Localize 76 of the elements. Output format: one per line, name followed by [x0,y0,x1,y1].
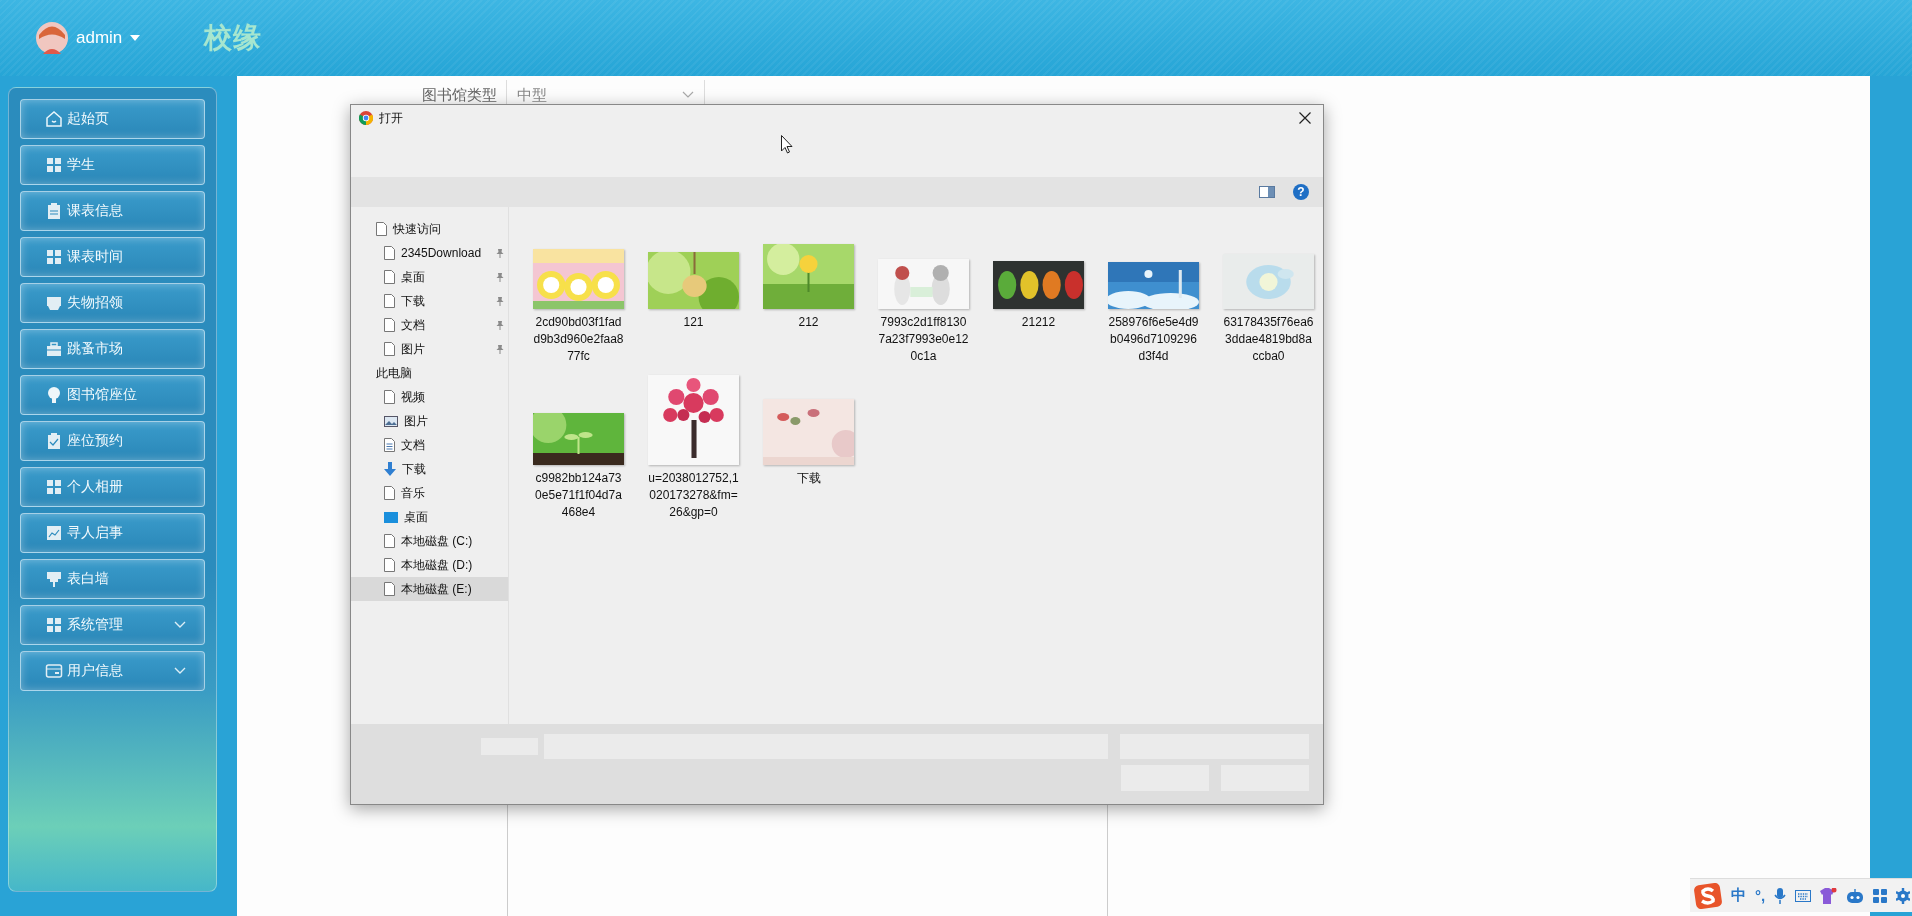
file-icon [384,318,395,332]
home-icon [45,110,63,128]
nav-item[interactable]: 音乐 [351,481,508,505]
paint-roller-icon [45,570,63,588]
file-icon [384,534,395,548]
browser-icon [359,111,373,125]
nav-item[interactable]: 桌面 [351,505,508,529]
file-icon [384,270,395,284]
nav-item[interactable]: 图片 [351,409,508,433]
nav-item[interactable]: 文档 [351,433,508,457]
caret-icon[interactable] [130,35,141,41]
help-button[interactable]: ? [1293,184,1309,200]
mouse-pointer-icon [781,135,793,154]
site-title: 校缘 [204,21,263,55]
sidebar-item[interactable]: 表白墙 [20,559,205,599]
nav-item[interactable]: 此电脑 [351,361,508,385]
image-icon [384,415,398,427]
grid-icon [45,156,63,174]
nav-item[interactable]: 下载 [351,289,508,313]
file-icon [384,246,395,260]
nav-item[interactable]: 桌面 [351,265,508,289]
file-item[interactable]: 212 [751,217,866,365]
file-icon [376,222,387,236]
nav-item[interactable]: 本地磁盘 (E:) [351,577,508,601]
dialog-title: 打开 [379,109,404,127]
grid-icon[interactable] [1873,888,1888,903]
grid-icon [45,248,63,266]
file-icon [384,486,395,500]
keyboard-icon[interactable] [1795,889,1812,902]
chevron-icon [682,91,694,99]
chart-icon [45,524,63,542]
file-icon [384,558,395,572]
file-item[interactable]: u=2038012752,1020173278&fm=26&gp=0 [636,373,751,521]
nav-item[interactable]: 文档 [351,313,508,337]
briefcase-icon [45,340,63,358]
ime-punctuation-toggle[interactable]: °, [1755,887,1766,904]
field-label: 图书馆类型 [421,85,497,105]
shirt-icon[interactable] [1820,887,1838,904]
file-icon [384,294,395,308]
file-item[interactable]: c9982bb124a730e5e71f1f04d7a468e4 [521,373,636,521]
file-item[interactable]: 63178435f76ea63ddae4819bd8accba0 [1211,217,1326,365]
file-icon [384,390,395,404]
grid-icon [45,478,63,496]
nav-item[interactable]: 本地磁盘 (C:) [351,529,508,553]
clipboard-icon [45,202,63,220]
ime-logo-icon[interactable] [1694,882,1722,909]
file-icon [384,342,395,356]
file-item[interactable]: 21212 [981,217,1096,365]
microphone-icon[interactable] [1774,887,1787,904]
file-item[interactable]: 121 [636,217,751,365]
file-item[interactable]: 7993c2d1ff81307a23f7993e0e120c1a [866,217,981,365]
nav-item[interactable]: 视频 [351,385,508,409]
nav-item[interactable]: 图片 [351,337,508,361]
document-icon [384,438,395,452]
file-icon [384,582,395,596]
file-item[interactable]: 下载 [751,373,866,521]
bulb-icon [45,386,63,404]
robot-icon[interactable] [1846,888,1865,903]
nav-item[interactable]: 下载 [351,457,508,481]
tray-icon [45,294,63,312]
card-icon [45,662,63,680]
nav-item[interactable]: 本地磁盘 (D:) [351,553,508,577]
file-item[interactable]: 2cd90bd03f1fadd9b3d960e2faa877fc [521,217,636,365]
desktop-icon [384,511,398,523]
sidebar-item[interactable]: 课表信息 [20,191,205,231]
clipboard-check-icon [45,432,63,450]
download-icon [384,462,396,476]
panel-toggle-icon[interactable] [1259,186,1275,198]
file-item[interactable]: 258976f6e5e4d9b0496d7109296d3f4d [1096,217,1211,365]
sidebar-item[interactable]: 用户信息 [20,651,205,691]
avatar-icon[interactable] [36,22,68,54]
nav-item[interactable]: 2345Download [351,241,508,265]
nav-item[interactable]: 快速访问 [351,217,508,241]
grid-icon [45,616,63,634]
ime-language-toggle[interactable]: 中 [1731,886,1746,905]
settings-icon[interactable] [1896,887,1911,904]
